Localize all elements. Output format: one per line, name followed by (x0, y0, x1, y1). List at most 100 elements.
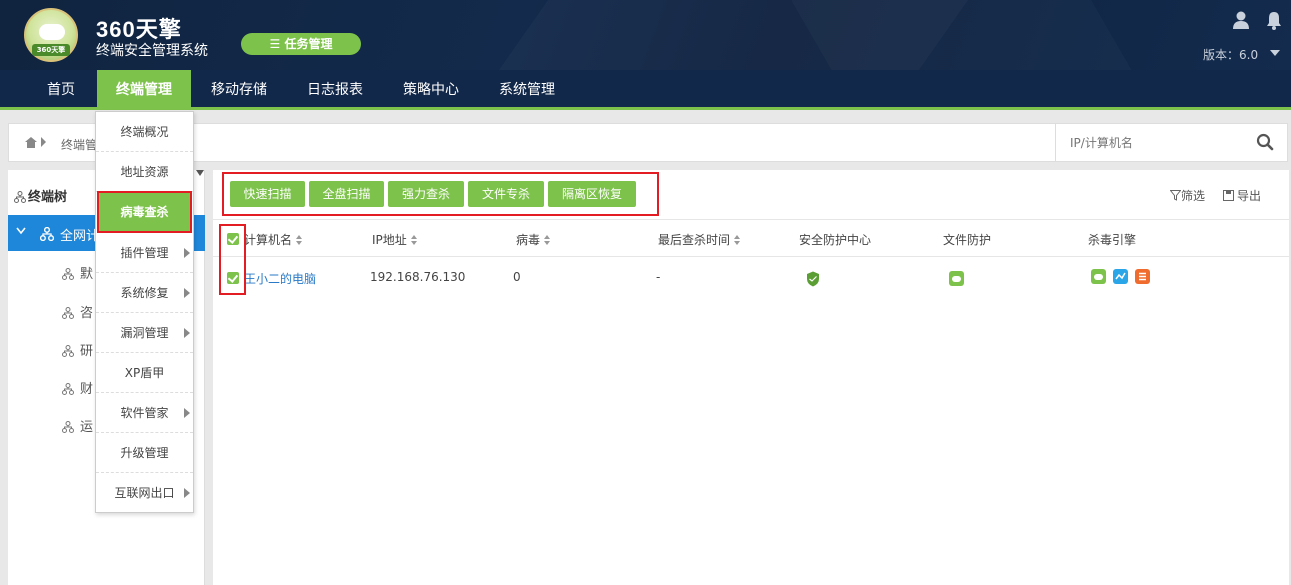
column-header-av-engine: 杀毒引擎 (1088, 233, 1137, 247)
nav-item-policy-center[interactable]: 策略中心 (392, 70, 470, 110)
cloud-icon[interactable] (949, 271, 964, 286)
task-list-icon: ☰ (269, 37, 281, 51)
quick-scan-button[interactable]: 快速扫描 (230, 181, 305, 207)
cloud-shape (952, 276, 961, 282)
brand-subtitle: 终端安全管理系统 (96, 43, 208, 59)
menu-item-label: 漏洞管理 (120, 326, 169, 340)
collapse-caret-icon[interactable] (196, 170, 204, 176)
sort-icon[interactable] (544, 235, 551, 245)
menu-item-virus-scan[interactable]: 病毒查杀 (97, 191, 192, 233)
user-icon[interactable] (1232, 10, 1250, 30)
nav-item-mobile-storage[interactable]: 移动存储 (200, 70, 278, 110)
nav-item-terminal-management[interactable]: 终端管理 (97, 70, 191, 110)
tree-node[interactable]: 研 (62, 340, 93, 360)
terminal-management-dropdown: 终端概况 地址资源 病毒查杀 插件管理 系统修复 漏洞管理 XP盾甲 软件管家 … (95, 111, 194, 513)
menu-item-system-repair[interactable]: 系统修复 (96, 273, 193, 313)
task-management-button[interactable]: ☰ 任务管理 (241, 33, 361, 55)
column-header-security-center: 安全防护中心 (799, 233, 872, 247)
menu-item-terminal-overview[interactable]: 终端概况 (96, 112, 193, 152)
tree-icon (40, 227, 54, 241)
chevron-right-icon (41, 137, 46, 147)
sort-icon[interactable] (296, 235, 303, 245)
menu-item-internet-exit[interactable]: 互联网出口 (96, 473, 193, 513)
menu-item-label: 插件管理 (120, 246, 169, 260)
tree-title: 终端树 (14, 186, 67, 205)
breadcrumb[interactable]: 终端管 (61, 136, 97, 153)
file-kill-button[interactable]: 文件专杀 (468, 181, 544, 207)
nav-item-log-reports[interactable]: 日志报表 (296, 70, 374, 110)
chart-line-icon (1115, 272, 1126, 280)
search-icon[interactable] (1256, 133, 1274, 151)
column-header-virus[interactable]: 病毒 (516, 231, 551, 248)
cloud-shape (1094, 274, 1103, 280)
search-input[interactable] (1070, 134, 1240, 152)
tree-node-label: 研 (80, 344, 94, 359)
ip-address: 192.168.76.130 (370, 270, 466, 284)
menu-item-label: 系统修复 (120, 286, 169, 300)
logo-badge: 360天擎 (24, 8, 78, 62)
filter-button[interactable]: 筛选 (1169, 187, 1206, 204)
last-scan-time: - (656, 270, 661, 284)
tree-node[interactable]: 咨 (62, 302, 93, 322)
virus-count: 0 (513, 270, 521, 284)
tree-icon (62, 307, 74, 319)
filter-label: 筛选 (1181, 189, 1206, 203)
tree-icon (62, 383, 74, 395)
version-label[interactable]: 版本：6.0 (1203, 46, 1258, 63)
export-label: 导出 (1237, 189, 1262, 203)
cloud-icon (39, 24, 65, 40)
tree-icon (14, 191, 26, 203)
shield-icon[interactable] (806, 271, 820, 287)
menu-item-vulnerability-management[interactable]: 漏洞管理 (96, 313, 193, 353)
bell-icon[interactable] (1265, 10, 1283, 30)
tree-node-label: 默 (80, 267, 94, 282)
chevron-right-icon (184, 288, 190, 298)
tree-icon (62, 268, 74, 280)
trend-engine-icon[interactable] (1113, 269, 1128, 284)
column-header-last-scan[interactable]: 最后查杀时间 (658, 231, 741, 248)
column-header-label: IP地址 (372, 233, 407, 247)
save-icon (1223, 190, 1234, 201)
menu-item-plugin-management[interactable]: 插件管理 (96, 233, 193, 273)
quarantine-restore-button[interactable]: 隔离区恢复 (548, 181, 636, 207)
main-nav: 首页 终端管理 移动存储 日志报表 策略中心 系统管理 (0, 70, 1291, 110)
tree-node[interactable]: 财 (62, 378, 93, 398)
menu-item-software-manager[interactable]: 软件管家 (96, 393, 193, 433)
breadcrumb-bar: 终端管 (8, 123, 1288, 162)
task-management-label: 任务管理 (284, 37, 333, 51)
tree-node[interactable]: 默 (62, 263, 93, 283)
sort-icon[interactable] (734, 235, 741, 245)
tree-node-label: 全网计 (60, 229, 100, 244)
tree-title-label: 终端树 (28, 190, 68, 205)
document-engine-icon[interactable] (1135, 269, 1150, 284)
menu-item-upgrade-management[interactable]: 升级管理 (96, 433, 193, 473)
column-header-label: 计算机名 (244, 233, 293, 247)
chevron-right-icon (184, 488, 190, 498)
menu-item-label: 互联网出口 (114, 486, 175, 500)
checkbox-highlight (219, 224, 246, 295)
computer-name-link[interactable]: 王小二的电脑 (244, 270, 316, 287)
table-header: 计算机名 IP地址 病毒 最后查杀时间 安全防护中心 文件防护 杀毒引擎 (213, 219, 1289, 257)
column-header-ip[interactable]: IP地址 (372, 231, 417, 248)
menu-item-address-resources[interactable]: 地址资源 (96, 152, 193, 192)
full-scan-button[interactable]: 全盘扫描 (309, 181, 384, 207)
column-header-computer-name[interactable]: 计算机名 (244, 231, 303, 248)
nav-item-system-management[interactable]: 系统管理 (488, 70, 566, 110)
tree-node[interactable]: 运 (62, 416, 93, 436)
tree-icon (62, 421, 74, 433)
panel-splitter[interactable] (206, 170, 212, 585)
chevron-right-icon (184, 248, 190, 258)
chevron-down-icon[interactable] (16, 227, 26, 235)
column-header-label: 病毒 (516, 233, 541, 247)
nav-item-home[interactable]: 首页 (31, 70, 91, 110)
force-kill-button[interactable]: 强力查杀 (388, 181, 464, 207)
cloud-engine-icon[interactable] (1091, 269, 1106, 284)
sort-icon[interactable] (410, 235, 417, 245)
list-icon (1139, 272, 1146, 281)
menu-item-label: 软件管家 (120, 406, 169, 420)
home-icon[interactable] (25, 137, 37, 148)
menu-item-xp-shield[interactable]: XP盾甲 (96, 353, 193, 393)
tree-node-label: 运 (80, 420, 94, 435)
export-button[interactable]: 导出 (1223, 187, 1261, 204)
chevron-down-icon[interactable] (1270, 50, 1280, 56)
